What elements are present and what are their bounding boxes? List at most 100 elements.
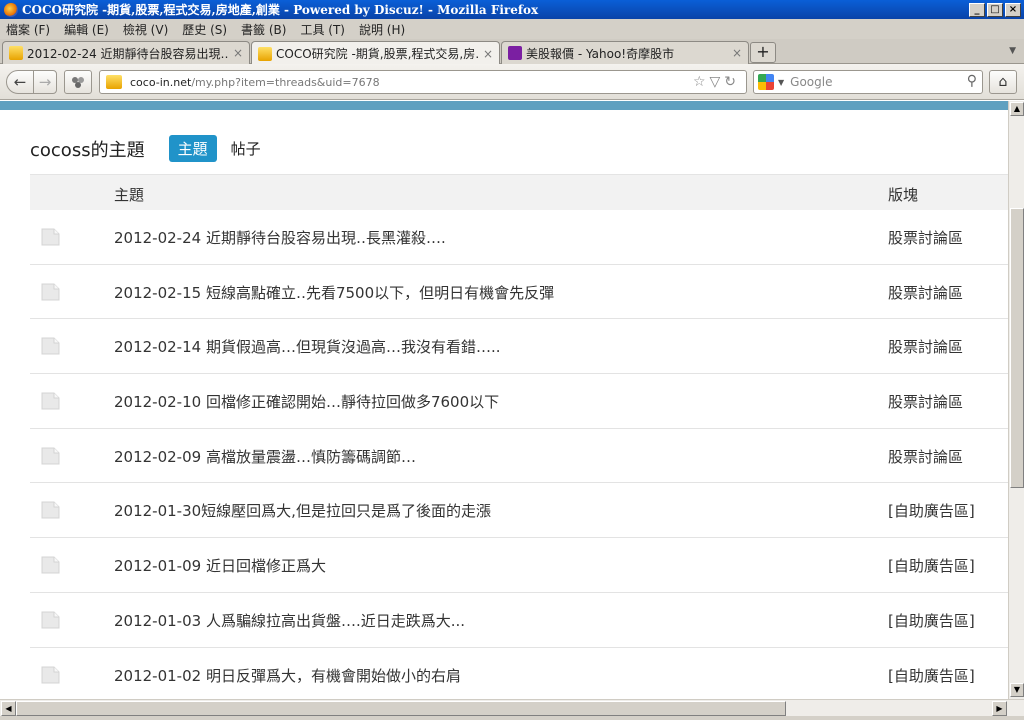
document-icon — [41, 392, 60, 410]
tab-close-icon[interactable]: × — [732, 46, 742, 60]
threads-table: 主題 版塊 2012-02-24 近期靜待台股容易出現‥長黑灌殺…. 股票討論區 2… — [30, 174, 1008, 699]
thread-title-link[interactable]: 2012-02-09 高檔放量震盪…慎防籌碼調節… — [114, 446, 416, 467]
table-row: 2012-01-30短線壓回爲大,但是拉回只是爲了後面的走漲 [自助廣告區] — [30, 483, 1008, 539]
tab-groups-icon — [72, 77, 84, 88]
table-row: 2012-02-10 回檔修正確認開始…靜待拉回做多7600以下 股票討論區 — [30, 374, 1008, 429]
column-subject-header: 主題 — [114, 186, 145, 204]
document-icon — [41, 228, 60, 246]
site-identity-icon[interactable] — [106, 75, 122, 89]
tab-close-icon[interactable]: × — [233, 46, 243, 60]
site-favicon-icon — [258, 46, 272, 61]
maximize-button[interactable]: □ — [987, 2, 1003, 17]
site-favicon-icon — [9, 46, 23, 60]
menu-help[interactable]: 說明 (H) — [359, 21, 405, 38]
scroll-down-button[interactable]: ▼ — [1010, 683, 1024, 697]
tab-3[interactable]: 美股報價 - Yahoo!奇摩股市 × — [501, 41, 749, 64]
document-icon — [41, 447, 60, 465]
document-icon — [41, 283, 60, 301]
horizontal-scrollbar[interactable]: ◀ ▶ — [0, 699, 1024, 716]
tab-label: COCO研究院 -期貨,股票,程式交易,房… — [276, 47, 479, 61]
home-button[interactable]: ⌂ — [989, 70, 1017, 94]
document-icon — [41, 556, 60, 574]
scroll-up-button[interactable]: ▲ — [1010, 102, 1024, 116]
thread-title-link[interactable]: 2012-02-15 短線高點確立‥先看7500以下，但明日有機會先反彈 — [114, 282, 554, 303]
thread-title-link[interactable]: 2012-01-03 人爲騙線拉高出貨盤….近日走跌爲大... — [114, 610, 465, 631]
engine-dropdown-icon[interactable]: ▼ — [778, 78, 784, 87]
google-engine-icon[interactable] — [758, 74, 774, 90]
thread-forum-link[interactable]: [自助廣告區] — [888, 555, 975, 576]
tab-groups-button[interactable] — [64, 70, 92, 94]
table-row: 2012-01-03 人爲騙線拉高出貨盤….近日走跌爲大... [自助廣告區] — [30, 593, 1008, 648]
document-icon — [41, 337, 60, 355]
table-row: 2012-01-09 近日回檔修正爲大 [自助廣告區] — [30, 538, 1008, 593]
thread-forum-link[interactable]: [自助廣告區] — [888, 500, 975, 521]
thread-forum-link[interactable]: [自助廣告區] — [888, 610, 975, 631]
navigation-toolbar: ← → coco-in.net/my.php?item=threads&uid=… — [0, 64, 1024, 100]
thread-forum-link[interactable]: 股票討論區 — [888, 446, 963, 467]
tab-list-chevron-icon[interactable]: ▼ — [1009, 46, 1016, 56]
thread-forum-link[interactable]: [自助廣告區] — [888, 665, 975, 686]
menu-tools[interactable]: 工具 (T) — [300, 21, 345, 38]
menu-history[interactable]: 歷史 (S) — [182, 21, 227, 38]
menu-view[interactable]: 檢視 (V) — [123, 21, 168, 38]
firefox-icon — [4, 2, 18, 17]
page-content: cocoss的主題 主題 帖子 主題 版塊 2012-02-24 近期靜待台股容… — [0, 101, 1008, 699]
menu-bookmarks[interactable]: 書籤 (B) — [241, 21, 286, 38]
scroll-right-button[interactable]: ▶ — [992, 701, 1007, 716]
thread-title-link[interactable]: 2012-01-30短線壓回爲大,但是拉回只是爲了後面的走漲 — [114, 500, 491, 521]
tab-close-icon[interactable]: × — [483, 47, 493, 61]
horizontal-scroll-thumb[interactable] — [16, 701, 786, 716]
address-bar[interactable]: coco-in.net/my.php?item=threads&uid=7678… — [99, 70, 747, 94]
column-forum-header: 版塊 — [888, 186, 919, 204]
thread-title-link[interactable]: 2012-02-24 近期靜待台股容易出現‥長黑灌殺…. — [114, 227, 446, 248]
table-row: 2012-02-24 近期靜待台股容易出現‥長黑灌殺…. 股票討論區 — [30, 210, 1008, 265]
minimize-button[interactable]: _ — [969, 2, 985, 17]
window-title: COCO研究院 -期貨,股票,程式交易,房地產,創業 - Powered by … — [22, 3, 539, 17]
menu-file[interactable]: 檔案 (F) — [6, 21, 50, 38]
url-path: /my.php?item=threads&uid=7678 — [191, 75, 380, 89]
status-bar — [0, 716, 1024, 720]
site-header-stripe — [0, 101, 1008, 110]
document-icon — [41, 666, 60, 683]
thread-forum-link[interactable]: 股票討論區 — [888, 282, 963, 303]
search-magnifier-icon[interactable]: ⚲ — [967, 73, 977, 89]
tab-1[interactable]: 2012-02-24 近期靜待台股容易出現… × — [2, 41, 250, 64]
close-button[interactable]: × — [1005, 2, 1021, 17]
yahoo-favicon-icon — [508, 46, 522, 60]
page-header: cocoss的主題 主題 帖子 — [30, 135, 261, 162]
scroll-left-button[interactable]: ◀ — [1, 701, 16, 716]
page-title: cocoss的主題 — [30, 139, 145, 161]
thread-forum-link[interactable]: 股票討論區 — [888, 227, 963, 248]
menu-edit[interactable]: 編輯 (E) — [64, 21, 109, 38]
tab-2[interactable]: COCO研究院 -期貨,股票,程式交易,房… × — [251, 41, 500, 65]
thread-forum-link[interactable]: 股票討論區 — [888, 391, 963, 412]
vertical-scrollbar[interactable]: ▲ ▼ — [1008, 101, 1024, 699]
search-box[interactable]: ▼ Google ⚲ — [753, 70, 983, 94]
window-controls: _ □ × — [969, 2, 1021, 17]
tab-label: 美股報價 - Yahoo!奇摩股市 — [526, 46, 675, 61]
thread-title-link[interactable]: 2012-01-02 明日反彈爲大，有機會開始做小的右肩 — [114, 665, 461, 686]
tab-threads[interactable]: 主題 — [168, 135, 217, 162]
table-row: 2012-01-02 明日反彈爲大，有機會開始做小的右肩 [自助廣告區] — [30, 648, 1008, 700]
table-header: 主題 版塊 — [30, 174, 1008, 210]
table-row: 2012-02-09 高檔放量震盪…慎防籌碼調節… 股票討論區 — [30, 429, 1008, 484]
document-icon — [41, 501, 60, 519]
thread-title-link[interactable]: 2012-02-10 回檔修正確認開始…靜待拉回做多7600以下 — [114, 391, 499, 412]
new-tab-button[interactable]: + — [750, 42, 776, 63]
thread-forum-link[interactable]: 股票討論區 — [888, 336, 963, 357]
search-input[interactable]: Google — [790, 75, 832, 89]
thread-title-link[interactable]: 2012-01-09 近日回檔修正爲大 — [114, 555, 326, 576]
back-button[interactable]: ← — [6, 70, 34, 94]
url-host: coco-in.net — [130, 75, 192, 89]
tab-strip: 2012-02-24 近期靜待台股容易出現… × COCO研究院 -期貨,股票,… — [0, 39, 1024, 65]
table-row: 2012-02-14 期貨假過高…但現貨沒過高…我沒有看錯….. 股票討論區 — [30, 319, 1008, 375]
tab-label: 2012-02-24 近期靜待台股容易出現… — [27, 46, 229, 61]
document-icon — [41, 611, 60, 629]
tab-posts[interactable]: 帖子 — [231, 138, 261, 159]
menu-bar: 檔案 (F) 編輯 (E) 檢視 (V) 歷史 (S) 書籤 (B) 工具 (T… — [0, 19, 1024, 39]
url-bar-tools[interactable]: ☆▽↻ — [693, 74, 740, 90]
forward-button[interactable]: → — [33, 70, 57, 94]
window-titlebar: COCO研究院 -期貨,股票,程式交易,房地產,創業 - Powered by … — [0, 0, 1024, 19]
thread-title-link[interactable]: 2012-02-14 期貨假過高…但現貨沒過高…我沒有看錯….. — [114, 336, 500, 357]
vertical-scroll-thumb[interactable] — [1010, 208, 1024, 488]
